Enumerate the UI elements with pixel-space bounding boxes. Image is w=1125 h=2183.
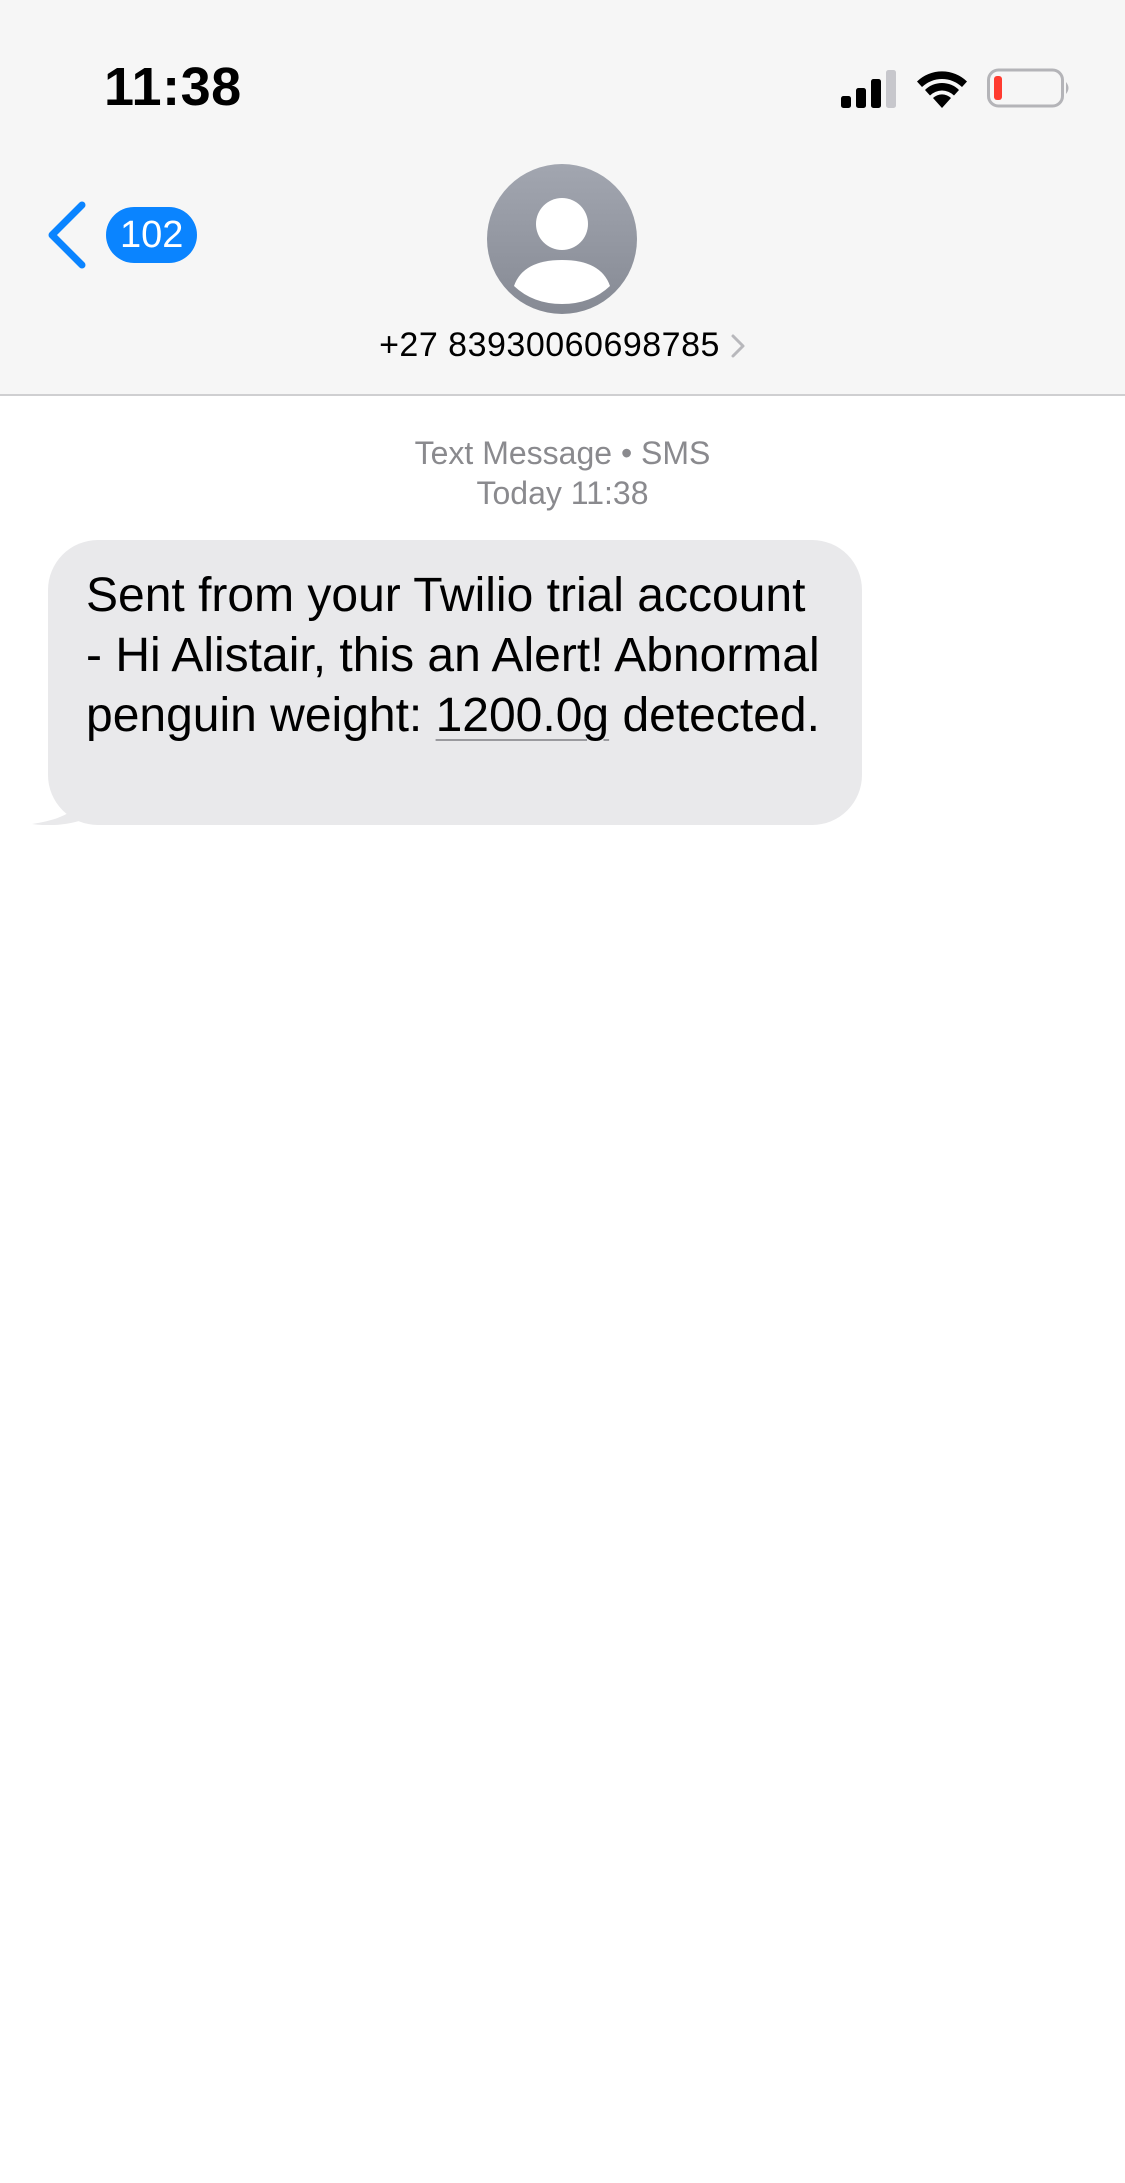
contact-avatar-icon[interactable] <box>487 164 637 314</box>
service-label: Text Message • SMS <box>414 435 711 471</box>
conversation-meta: Text Message • SMS Today 11:38 <box>0 433 1125 513</box>
message-text-end: detected. <box>609 689 820 742</box>
message-bubble: Sent from your Twilio trial account - Hi… <box>48 540 862 825</box>
back-button[interactable]: 102 <box>44 200 198 270</box>
contact-name-button[interactable]: +27 83930060698785 <box>0 326 1125 365</box>
messages-screen: 11:38 102 +27 83930060698785 Text Messag… <box>0 0 1125 2183</box>
status-time: 11:38 <box>104 57 242 117</box>
battery-low-icon <box>987 68 1069 108</box>
message-timestamp: Today 11:38 <box>476 475 649 511</box>
incoming-message[interactable]: Sent from your Twilio trial account - Hi… <box>30 540 870 825</box>
detected-weight-link[interactable]: 1200.0g <box>436 689 610 742</box>
wifi-icon <box>917 71 967 108</box>
conversation-header: 11:38 102 +27 83930060698785 <box>0 0 1125 396</box>
unread-count-badge: 102 <box>106 207 198 263</box>
chevron-left-icon <box>48 201 86 269</box>
contact-name: +27 83930060698785 <box>379 326 720 364</box>
chevron-right-icon <box>731 334 745 357</box>
cellular-signal-icon <box>841 70 896 108</box>
